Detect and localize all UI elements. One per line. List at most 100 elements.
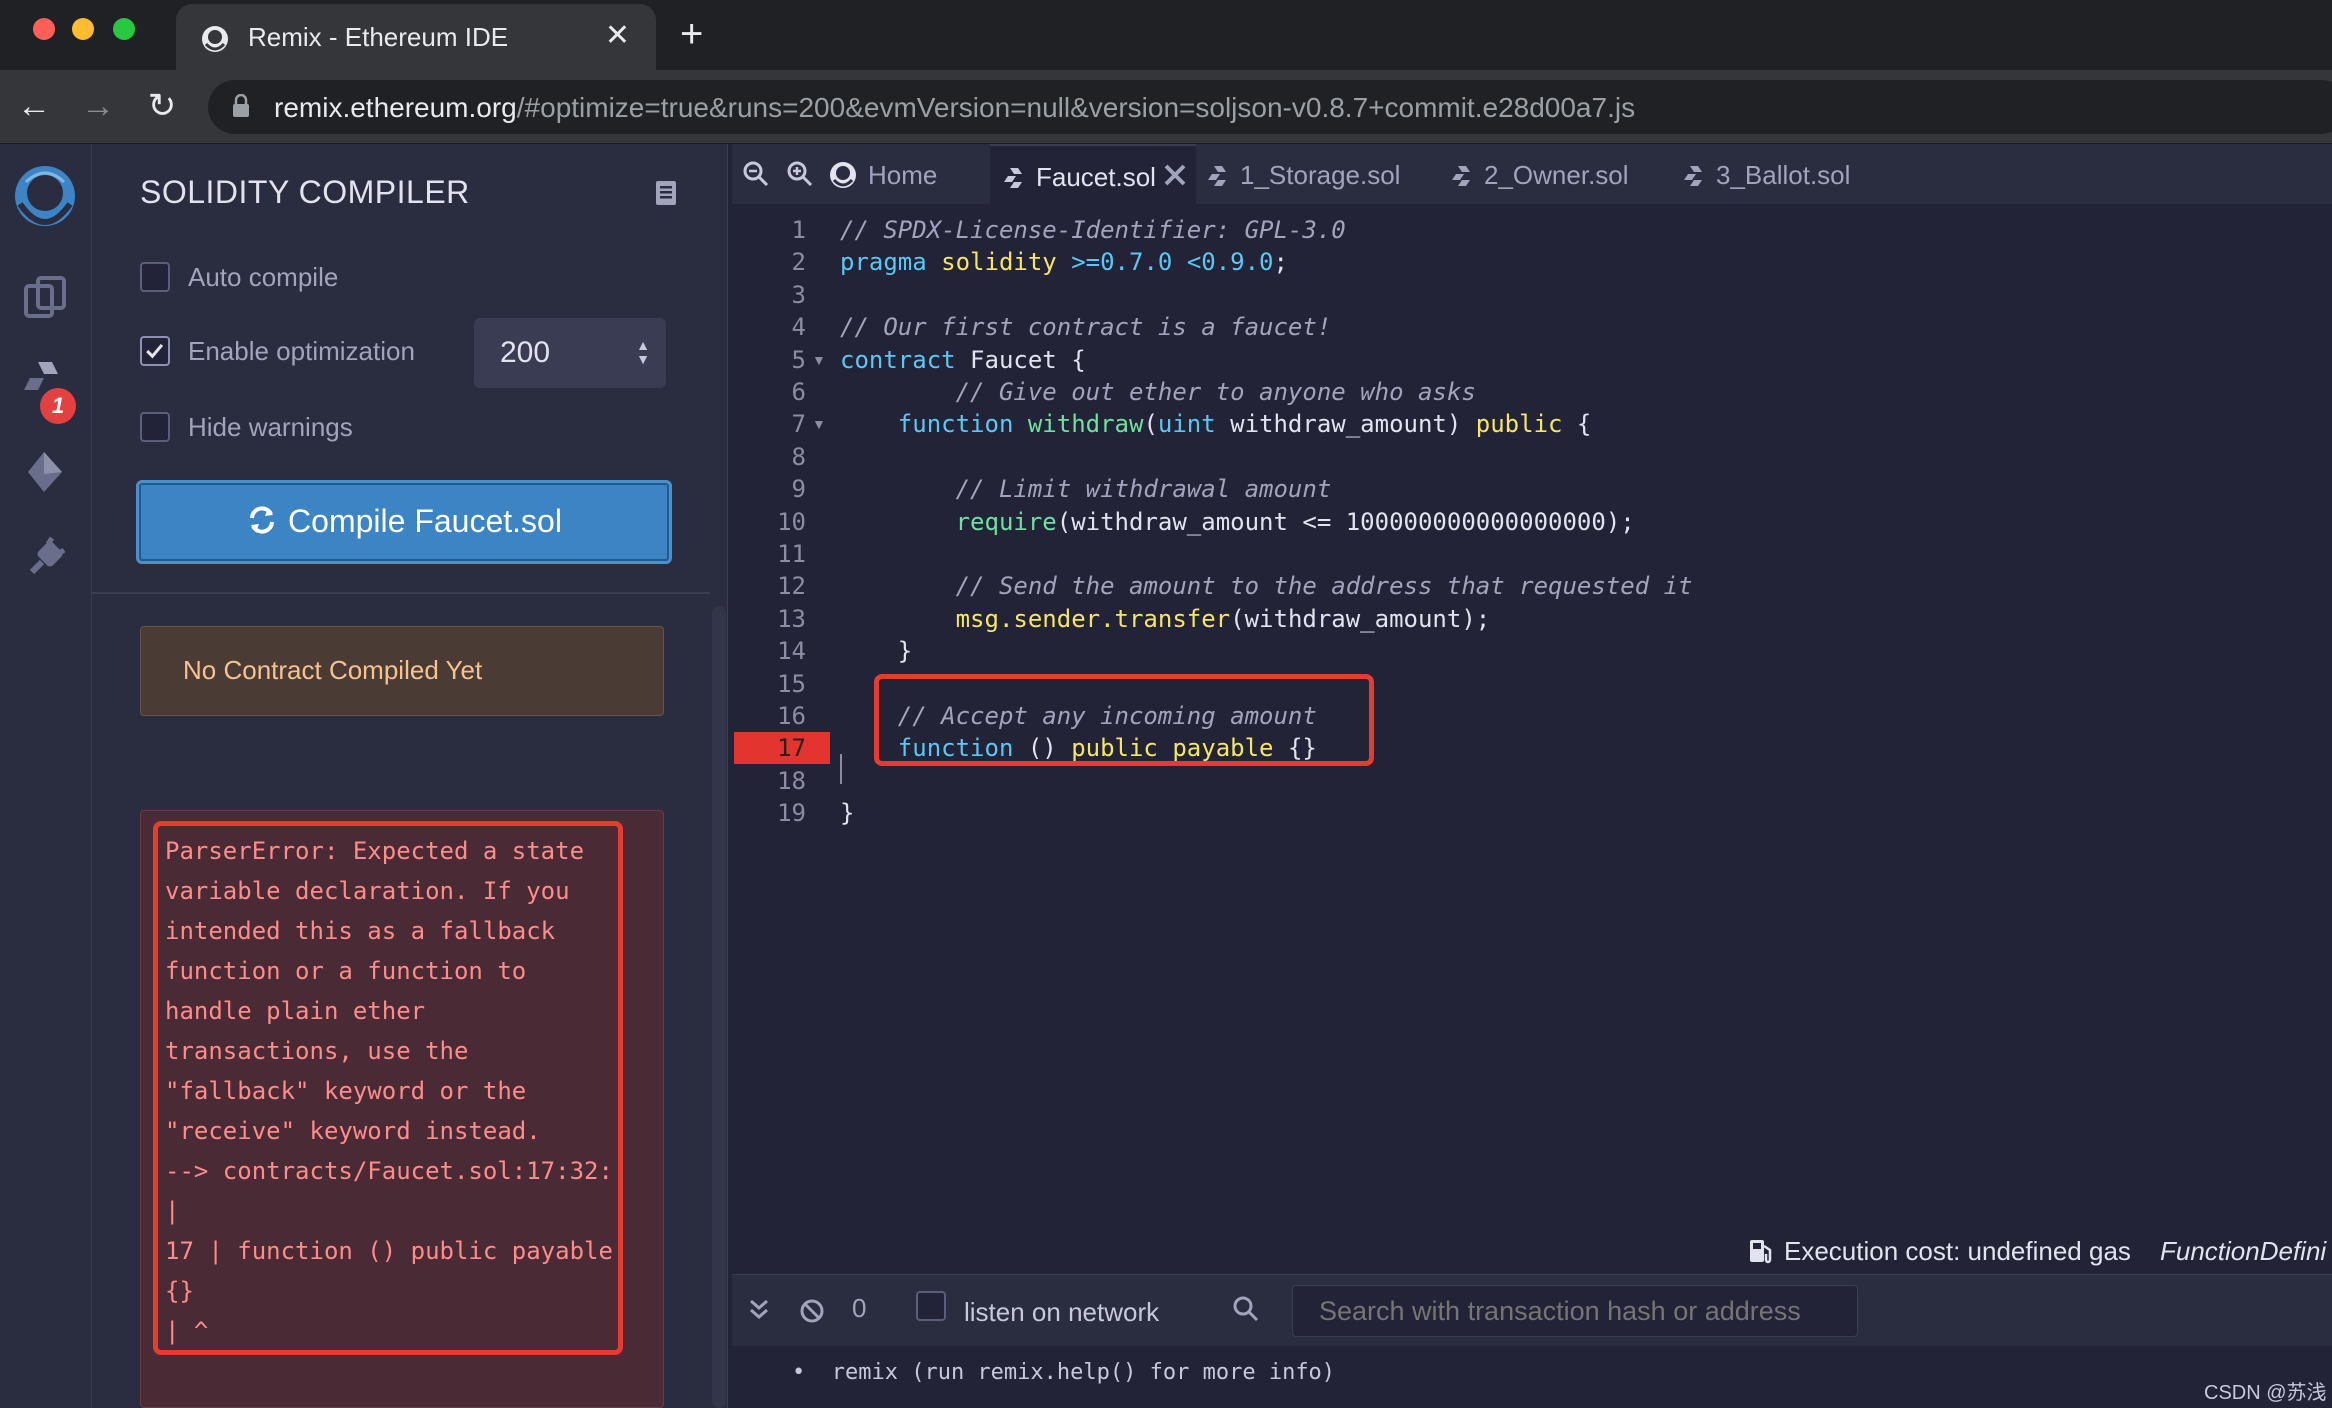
icon-panel: 1: [0, 144, 92, 1408]
line-number: 16: [777, 702, 806, 730]
pending-tx-count: 0: [852, 1293, 867, 1323]
chevron-double-down-icon[interactable]: [746, 1297, 772, 1323]
line-number: 3: [791, 280, 806, 309]
search-icon: [1233, 1296, 1259, 1322]
editor-area: Home Faucet.sol 1_Storage.sol 2_Owner.so…: [732, 144, 2332, 1408]
terminal-output-line: • remix (run remix.help() for more info): [792, 1360, 1336, 1385]
line-number: 10: [777, 507, 806, 536]
line-number: 5: [791, 345, 806, 374]
tab-label: Faucet.sol: [1036, 162, 1156, 192]
tab-label: 2_Owner.sol: [1484, 160, 1629, 190]
line-number: 12: [777, 572, 806, 601]
file-explorer-icon[interactable]: [18, 272, 74, 328]
code-line: require(withdraw_amount <= 1000000000000…: [955, 507, 1635, 536]
documentation-icon[interactable]: [654, 180, 678, 206]
listen-on-network-checkbox[interactable]: [916, 1291, 946, 1321]
solidity-file-icon: [1684, 166, 1702, 186]
tab-3-ballot-sol[interactable]: 3_Ballot.sol: [1684, 144, 1874, 204]
tab-1-storage-sol[interactable]: 1_Storage.sol: [1208, 144, 1408, 204]
code-line: // SPDX-License-Identifier: GPL-3.0: [840, 216, 1346, 244]
back-arrow-icon[interactable]: ←: [12, 84, 56, 128]
line-number: 17: [734, 732, 830, 765]
code-line: function withdraw(uint withdraw_amount) …: [897, 410, 1592, 439]
browser-tab-title: Remix - Ethereum IDE: [248, 22, 509, 52]
function-definition-label: FunctionDefini: [2160, 1236, 2327, 1266]
enable-optimization-label: Enable optimization: [188, 336, 415, 366]
browser-tab-strip: Remix - Ethereum IDE ✕ +: [0, 0, 2332, 70]
optimization-runs-input[interactable]: 200 ▲ ▼: [474, 318, 666, 388]
remix-logo-icon[interactable]: [6, 160, 84, 238]
hide-warnings-label: Hide warnings: [188, 412, 353, 442]
line-number: 14: [777, 637, 806, 666]
line-number: 7: [791, 410, 806, 439]
reload-icon[interactable]: ↻: [140, 84, 184, 128]
code-line: pragma solidity >=0.7.0 <0.9.0;: [840, 248, 1288, 277]
browser-toolbar: ← → ↻ remix.ethereum.org/#optimize=true&…: [0, 70, 2332, 144]
code-line: msg.sender.transfer(withdraw_amount);: [955, 604, 1491, 633]
solidity-file-icon: [1004, 168, 1022, 188]
line-number: 2: [791, 248, 806, 277]
text-cursor: [840, 754, 842, 784]
remix-app: 1 SOLIDITY COMPILER Auto compile Enable …: [0, 144, 2332, 1408]
tab-close-icon[interactable]: [1162, 162, 1188, 188]
auto-compile-checkbox[interactable]: [140, 262, 170, 292]
editor-status-strip: Execution cost: undefined gas FunctionDe…: [732, 1224, 2332, 1276]
code-line: }: [840, 799, 855, 828]
tab-label: Home: [868, 160, 938, 190]
solidity-file-icon: [1208, 166, 1226, 186]
tab-label: 1_Storage.sol: [1240, 160, 1401, 190]
execution-cost-label: Execution cost: undefined gas: [1784, 1236, 2131, 1266]
deploy-run-icon[interactable]: [18, 444, 74, 500]
browser-tab[interactable]: Remix - Ethereum IDE ✕: [176, 4, 656, 70]
compile-error-box: ParserError: Expected a state variable d…: [140, 810, 664, 1408]
url-host: remix.ethereum.org: [274, 92, 517, 123]
refresh-icon: [250, 506, 275, 534]
line-number: 6: [791, 378, 806, 406]
code-line: // Limit withdrawal amount: [955, 475, 1332, 504]
tab-label: 3_Ballot.sol: [1716, 160, 1851, 190]
fold-arrow-icon[interactable]: ▼: [812, 352, 826, 368]
line-number: 8: [791, 442, 806, 471]
tab-2-owner-sol[interactable]: 2_Owner.sol: [1452, 144, 1642, 204]
new-tab-button[interactable]: +: [680, 12, 703, 57]
window-minimize-button[interactable]: [72, 18, 94, 40]
ban-icon[interactable]: [798, 1297, 826, 1325]
terminal-output: • remix (run remix.help() for more info): [732, 1346, 2332, 1408]
plugin-manager-icon[interactable]: [18, 530, 74, 586]
code-line: // Give out ether to anyone who asks: [955, 378, 1476, 406]
gas-pump-icon: [1750, 1240, 1772, 1264]
lock-icon: [233, 94, 249, 117]
editor-tab-bar: Home Faucet.sol 1_Storage.sol 2_Owner.so…: [732, 144, 2332, 204]
solidity-file-icon: [1452, 166, 1470, 186]
window-maximize-button[interactable]: [113, 18, 135, 40]
enable-optimization-checkbox[interactable]: [140, 336, 170, 366]
panel-scrollbar[interactable]: [712, 606, 726, 1408]
code-line: contract Faucet {: [840, 345, 1086, 374]
forward-arrow-icon[interactable]: →: [76, 84, 120, 128]
transaction-search-input[interactable]: [1292, 1285, 1858, 1337]
line-number: 4: [791, 313, 806, 342]
spinner-arrows-icon[interactable]: ▲ ▼: [636, 338, 650, 366]
compile-button[interactable]: Compile Faucet.sol: [136, 480, 672, 564]
tab-home[interactable]: Home: [828, 144, 978, 204]
auto-compile-label: Auto compile: [188, 262, 339, 292]
zoom-in-icon[interactable]: [786, 160, 814, 188]
window-close-button[interactable]: [33, 18, 55, 40]
browser-tab-close-icon[interactable]: ✕: [605, 18, 630, 53]
code-line: // Send the amount to the address that r…: [955, 572, 1693, 601]
hide-warnings-checkbox[interactable]: [140, 412, 170, 442]
no-contract-alert: No Contract Compiled Yet: [140, 626, 664, 716]
code-annotation-outline: [874, 674, 1374, 766]
checkmark-icon: [146, 343, 164, 359]
line-number-gutter: 1 2 3 4 5 ▼ 6 7 ▼ 8 9 10 11 12 13 14 15 16 17 18 19: [734, 204, 830, 1284]
panel-title: SOLIDITY COMPILER: [140, 174, 470, 210]
compile-button-label: Compile Faucet.sol: [288, 503, 562, 539]
remix-home-icon: [830, 162, 856, 188]
zoom-out-icon[interactable]: [742, 160, 770, 188]
code-line: // Our first contract is a faucet!: [840, 313, 1332, 342]
error-annotation-outline: [153, 821, 623, 1355]
terminal-toolbar: 0 listen on network: [732, 1274, 2332, 1346]
remix-favicon-icon: [202, 26, 228, 52]
address-bar[interactable]: remix.ethereum.org/#optimize=true&runs=2…: [208, 80, 2332, 134]
fold-arrow-icon[interactable]: ▼: [812, 416, 826, 432]
